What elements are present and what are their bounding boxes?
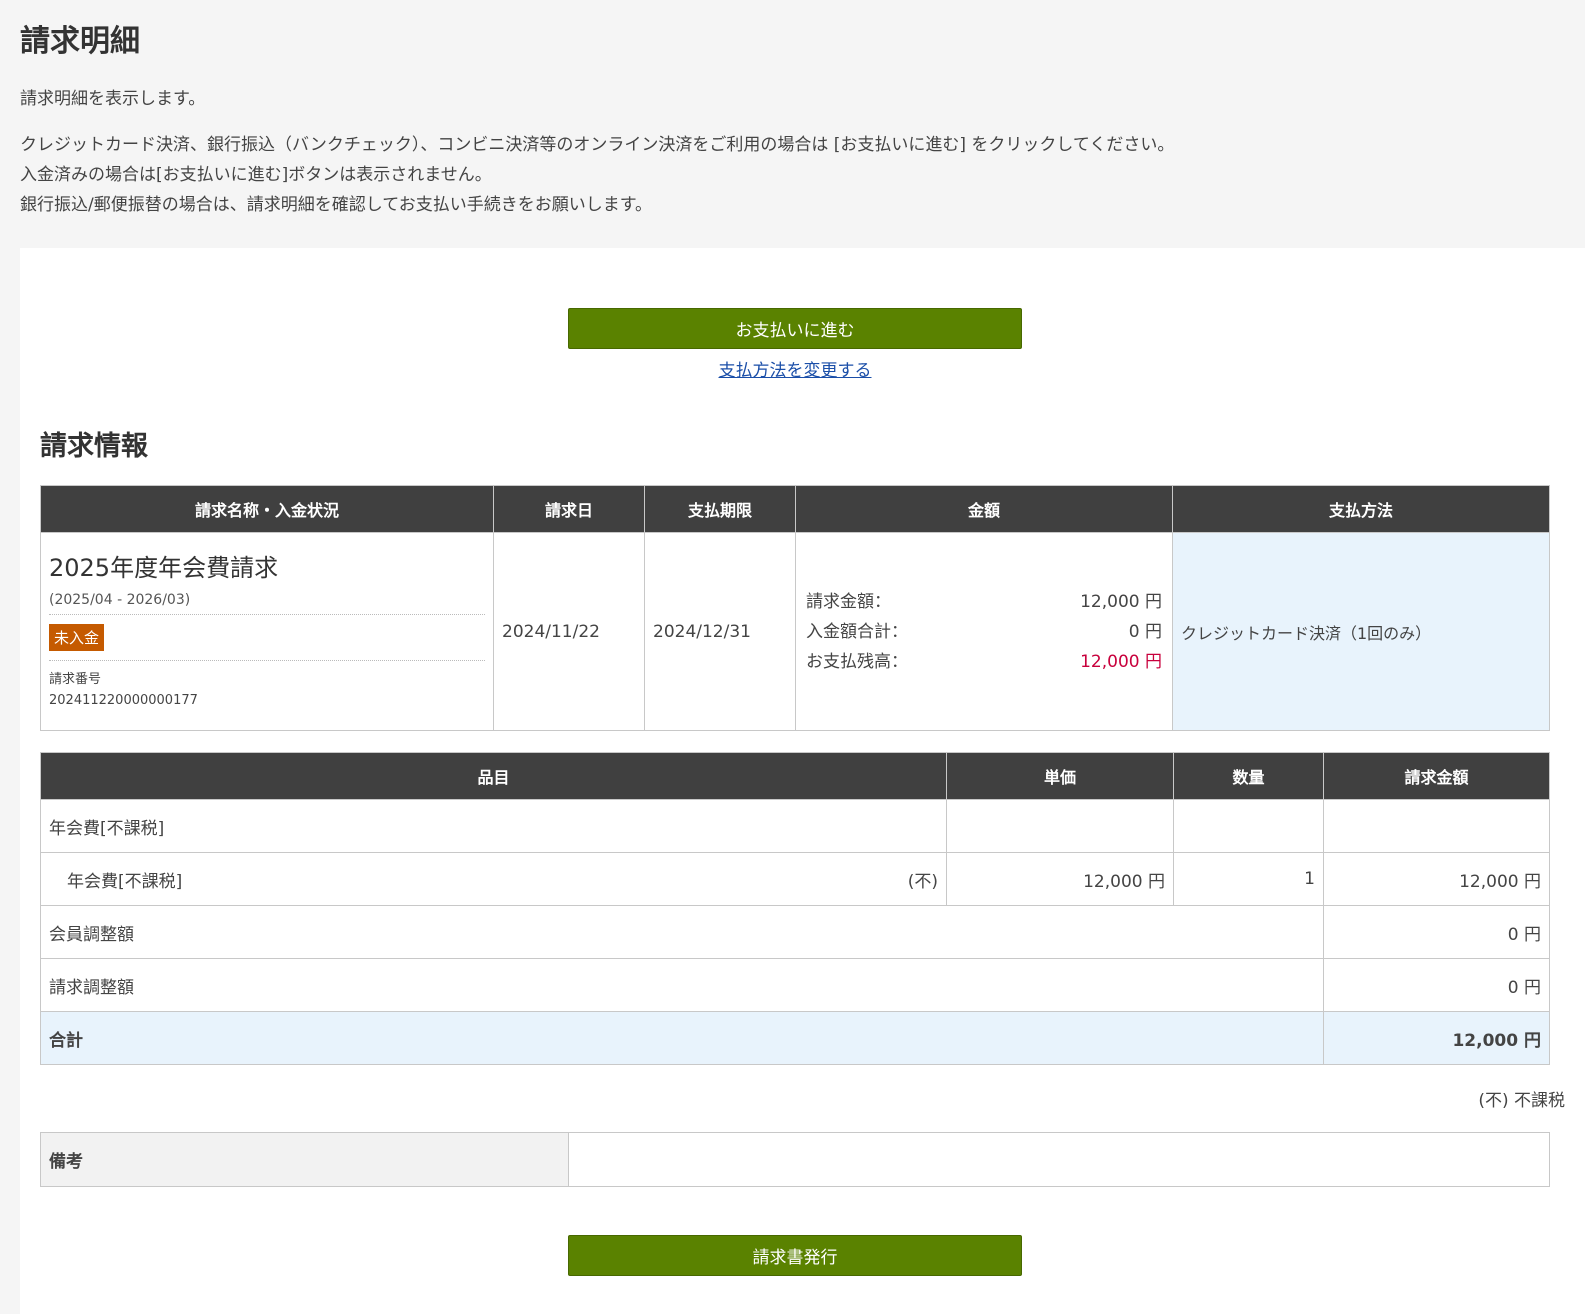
sub-item-cell: 年会費[不課税] (不) [40,852,947,906]
page-title: 請求明細 [20,24,140,59]
bill-name-cell: 2025年度年会費請求 (2025/04 - 2026/03) 未入金 請求番号… [40,532,494,731]
billing-info-table: 請求名称・入金状況 請求日 支払期限 金額 支払方法 2025年度年会費請求 (… [40,485,1550,731]
intro-text: 請求明細を表示します。 [20,89,206,109]
line-amount: 12,000 円 [1323,852,1550,906]
bill-number: 202411220000000177 [49,693,198,708]
bill-number-label: 請求番号 [49,672,102,687]
amount-row-balance: お支払残高： 12,000 円 [806,647,1162,677]
unit-price: 12,000 円 [946,852,1174,906]
issue-invoice-button[interactable]: 請求書発行 [568,1235,1022,1276]
col-header: 請求金額 [1323,752,1550,800]
col-header: 請求名称・入金状況 [40,485,494,533]
table-row: 年会費[不課税] (不) 12,000 円 1 12,000 円 [40,852,1550,906]
remarks-value [568,1132,1550,1187]
instruction-line: クレジットカード決済、銀行振込（バンクチェック）、コンビニ決済等のオンライン決済… [20,135,1175,155]
table-row: 会員調整額 0 円 [40,905,1550,959]
quantity: 1 [1173,852,1324,906]
amount-value: 12,000 円 [1080,591,1162,612]
col-header: 品目 [40,752,947,800]
bill-number-block: 請求番号 202411220000000177 [49,660,485,711]
table-row: 請求調整額 0 円 [40,958,1550,1012]
amount-value: 0 円 [1128,621,1162,642]
proceed-payment-button[interactable]: お支払いに進む [568,308,1022,349]
amount-row-billed: 請求金額： 12,000 円 [806,587,1162,617]
amount-label: お支払残高： [806,651,908,672]
total-row: 合計 12,000 円 [40,1011,1550,1065]
remarks-label: 備考 [40,1132,569,1187]
section-title: 請求情報 [40,431,148,462]
col-header: 金額 [795,485,1173,533]
tax-note: (不) 不課税 [1478,1091,1565,1111]
tax-mark: (不) [907,871,938,892]
amount-label: 入金額合計： [806,621,908,642]
amount-cell: 請求金額： 12,000 円 入金額合計： 0 円 お支払残高： 12,000 … [795,532,1173,731]
adjust-bill-label: 請求調整額 [40,958,1324,1012]
page-header: 請求明細 請求明細を表示します。 クレジットカード決済、銀行振込（バンクチェック… [0,0,1585,248]
remarks-table: 備考 [40,1132,1550,1187]
bill-period: (2025/04 - 2026/03) [49,592,485,615]
total-label: 合計 [40,1011,1324,1065]
items-table: 品目 単価 数量 請求金額 年会費[不課税] 年会費[不課税] (不) 12,0… [40,752,1550,1065]
adjust-bill-amount: 0 円 [1323,958,1550,1012]
total-amount: 12,000 円 [1323,1011,1550,1065]
change-payment-method-link[interactable]: 支払方法を変更する [568,356,1022,381]
status-badge: 未入金 [49,624,105,651]
table-row: 年会費[不課税] [40,799,1550,853]
amount-row-paid: 入金額合計： 0 円 [806,617,1162,647]
content-panel: お支払いに進む 支払方法を変更する 請求情報 請求名称・入金状況 請求日 支払期… [20,248,1585,1314]
instruction-line: 銀行振込/郵便振替の場合は、請求明細を確認してお支払い手続きをお願いします。 [20,195,653,215]
item-group-name: 年会費[不課税] [40,799,947,853]
sub-item-name: 年会費[不課税] [67,871,183,892]
billing-date: 2024/11/22 [493,532,645,731]
col-header: 数量 [1173,752,1324,800]
adjust-member-label: 会員調整額 [40,905,1324,959]
instruction-line: 入金済みの場合は[お支払いに進む]ボタンは表示されません。 [20,165,492,185]
balance-value: 12,000 円 [1080,651,1162,672]
col-header: 支払方法 [1172,485,1550,533]
col-header: 支払期限 [644,485,796,533]
bill-name: 2025年度年会費請求 [49,554,279,582]
due-date: 2024/12/31 [644,532,796,731]
col-header: 請求日 [493,485,645,533]
adjust-member-amount: 0 円 [1323,905,1550,959]
instructions: クレジットカード決済、銀行振込（バンクチェック）、コンビニ決済等のオンライン決済… [20,130,1565,220]
payment-method: クレジットカード決済（1回のみ） [1172,532,1550,731]
col-header: 単価 [946,752,1174,800]
amount-label: 請求金額： [806,591,891,612]
